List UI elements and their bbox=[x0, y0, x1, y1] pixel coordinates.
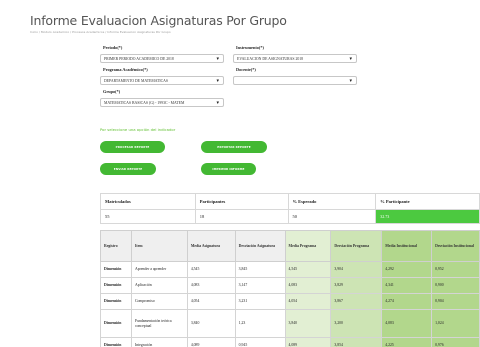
table-cell: Dimensión bbox=[100, 309, 132, 338]
summary-value-cell: 50 bbox=[287, 209, 377, 224]
summary-header-cell: Participantes bbox=[194, 193, 289, 210]
chevron-down-icon: ▾ bbox=[216, 101, 219, 106]
table-cell: Integración bbox=[130, 337, 188, 347]
table-cell: 3,147 bbox=[234, 277, 286, 294]
table-row: Dimensión Compromiso 4,054 3,231 4,054 3… bbox=[100, 293, 480, 310]
table-cell: 3,904 bbox=[330, 261, 383, 278]
programa-select-value: DEPARTAMENTO DE MATEMATICAS bbox=[104, 79, 169, 83]
table-cell: 1,23 bbox=[234, 309, 286, 338]
detail-header-cell: Desviación Institucional bbox=[431, 230, 480, 262]
table-row: Dimensión Fundamentación teórica concept… bbox=[100, 309, 480, 338]
imprimir-button[interactable]: IMPRIMIR INFORME bbox=[201, 163, 256, 175]
programa-label: Programa Académico(*) bbox=[103, 67, 148, 72]
summary-table: Matriculados Participantes % Esperado % … bbox=[100, 193, 480, 224]
detail-header-cell: Registro bbox=[100, 230, 132, 262]
table-cell: 4,341 bbox=[381, 277, 433, 294]
table-cell: 0,945 bbox=[234, 337, 286, 347]
table-cell: 4,054 bbox=[284, 293, 332, 310]
periodo-select[interactable]: PRIMER PERIODO ACADEMICO DE 2018 ▾ bbox=[100, 54, 224, 63]
table-cell: 4,292 bbox=[381, 261, 433, 278]
procesar-button[interactable]: PROCESAR REPORTE bbox=[100, 141, 165, 153]
table-cell: 4,274 bbox=[381, 293, 433, 310]
detail-header-cell: Desviación Asignatura bbox=[234, 230, 286, 262]
table-cell: 3,840 bbox=[186, 309, 236, 338]
summary-header-row: Matriculados Participantes % Esperado % … bbox=[100, 193, 480, 210]
summary-value-cell: 18 bbox=[194, 209, 289, 224]
breadcrumb[interactable]: Inicio / Modulo Academico / Procesos Aca… bbox=[30, 30, 171, 34]
page-title: Informe Evaluacion Asignaturas Por Grupo bbox=[30, 13, 287, 28]
summary-header-cell: % Esperado bbox=[287, 193, 377, 210]
table-cell: 0,952 bbox=[431, 261, 480, 278]
grupo-select[interactable]: MATEMATICAS BASICAS (G) - 1993C - MATEM … bbox=[100, 98, 224, 107]
info-note: Por seleccione una opción del indicador bbox=[100, 127, 176, 132]
chevron-down-icon: ▾ bbox=[216, 79, 219, 84]
table-cell: 4,054 bbox=[186, 293, 236, 310]
table-cell: 3,840 bbox=[284, 309, 332, 338]
table-cell: 0,976 bbox=[431, 337, 480, 347]
table-cell: 4,089 bbox=[284, 337, 332, 347]
detail-header-cell: Desviación Programa bbox=[330, 230, 383, 262]
table-cell: 0,904 bbox=[431, 293, 480, 310]
periodo-select-value: PRIMER PERIODO ACADEMICO DE 2018 bbox=[104, 57, 174, 61]
grupo-label: Grupo(*) bbox=[103, 89, 121, 94]
table-row: Dimensión Integración 4,089 0,945 4,089 … bbox=[100, 337, 480, 347]
programa-select[interactable]: DEPARTAMENTO DE MATEMATICAS ▾ bbox=[100, 76, 224, 85]
table-cell: Aprender a aprender bbox=[130, 261, 188, 278]
grupo-select-value: MATEMATICAS BASICAS (G) - 1993C - MATEM bbox=[104, 101, 185, 105]
table-cell: Aplicación bbox=[130, 277, 188, 294]
table-cell: 3,200 bbox=[330, 309, 383, 338]
table-cell: 1,024 bbox=[431, 309, 480, 338]
table-cell: Dimensión bbox=[100, 293, 132, 310]
participation-bar: 32.73 bbox=[375, 209, 480, 224]
detail-header-cell: Media Asignatura bbox=[186, 230, 236, 262]
table-row: Dimensión Aprender a aprender 4,545 3,84… bbox=[100, 261, 480, 278]
summary-value-cell: 55 bbox=[100, 209, 196, 224]
instrumento-select[interactable]: EVALUACION DE ASIGNATURAS 2018 ▾ bbox=[233, 54, 357, 63]
table-cell: Dimensión bbox=[100, 337, 132, 347]
table-cell: 0,900 bbox=[431, 277, 480, 294]
table-row: Dimensión Aplicación 4,083 3,147 4,083 3… bbox=[100, 277, 480, 294]
table-cell: 4,225 bbox=[381, 337, 433, 347]
table-cell: 3,829 bbox=[330, 277, 383, 294]
table-cell: Fundamentación teórica conceptual bbox=[130, 309, 188, 338]
table-cell: 4,083 bbox=[186, 277, 236, 294]
chevron-down-icon: ▾ bbox=[349, 57, 352, 62]
table-cell: 4,083 bbox=[284, 277, 332, 294]
enviar-button[interactable]: ENVIAR REPORTE bbox=[100, 163, 156, 175]
table-cell: 3,867 bbox=[330, 293, 383, 310]
table-cell: 4,545 bbox=[284, 261, 332, 278]
detail-header-row: Registro Item Media Asignatura Desviació… bbox=[100, 230, 480, 262]
exportar-button[interactable]: EXPORTAR REPORTE bbox=[201, 141, 267, 153]
table-cell: 4,545 bbox=[186, 261, 236, 278]
detail-header-cell: Media Institucional bbox=[381, 230, 433, 262]
table-cell: Dimensión bbox=[100, 261, 132, 278]
summary-value-row: 55 18 50 32.73 bbox=[100, 209, 480, 224]
table-cell: 3,231 bbox=[234, 293, 286, 310]
summary-header-cell: Matriculados bbox=[100, 193, 196, 210]
chevron-down-icon: ▾ bbox=[216, 57, 219, 62]
docente-select[interactable]: ▾ bbox=[233, 76, 357, 85]
docente-label: Docente(*) bbox=[236, 67, 256, 72]
instrumento-select-value: EVALUACION DE ASIGNATURAS 2018 bbox=[237, 57, 304, 61]
summary-header-cell: % Participante bbox=[375, 193, 480, 210]
table-cell: 4,083 bbox=[381, 309, 433, 338]
detail-header-cell: Item bbox=[130, 230, 188, 262]
table-cell: Compromiso bbox=[130, 293, 188, 310]
table-cell: 4,089 bbox=[186, 337, 236, 347]
detail-table: Registro Item Media Asignatura Desviació… bbox=[100, 230, 480, 347]
detail-header-cell: Media Programa bbox=[284, 230, 332, 262]
table-cell: 3,854 bbox=[330, 337, 383, 347]
instrumento-label: Instrumento(*) bbox=[236, 45, 264, 50]
table-cell: Dimensión bbox=[100, 277, 132, 294]
chevron-down-icon: ▾ bbox=[349, 79, 352, 84]
periodo-label: Periodo(*) bbox=[103, 45, 123, 50]
table-cell: 3,845 bbox=[234, 261, 286, 278]
